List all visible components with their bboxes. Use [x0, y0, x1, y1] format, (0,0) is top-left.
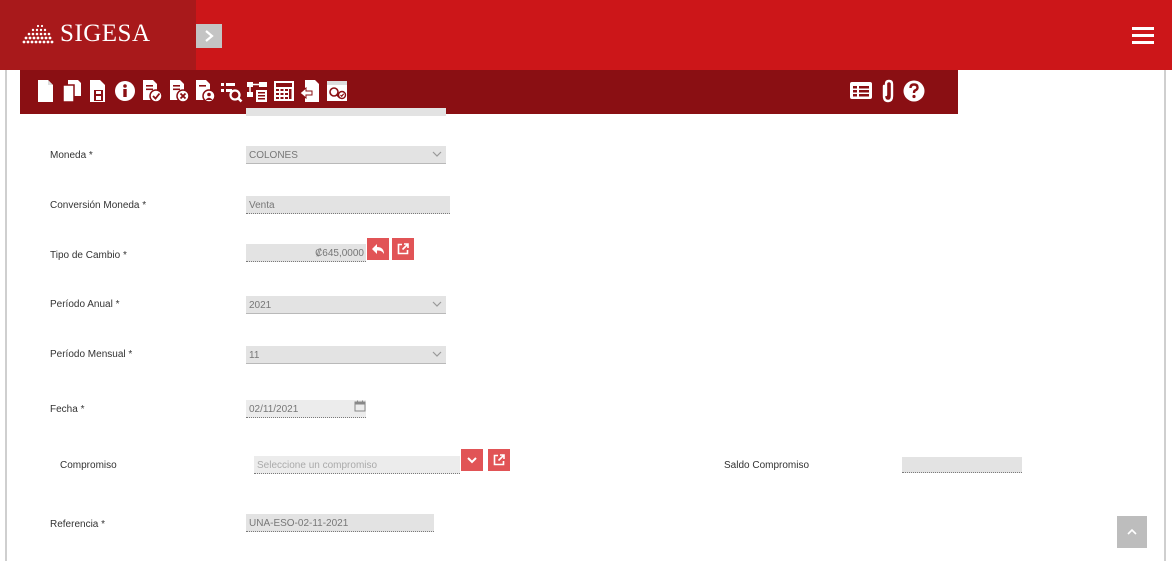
copy-document-icon	[61, 80, 81, 103]
chevron-right-icon	[205, 30, 214, 42]
list-view-button[interactable]	[848, 76, 874, 106]
periodo-mensual-select[interactable]: 11	[246, 346, 446, 364]
app-name: SIGESA	[60, 20, 151, 47]
moneda-value: COLONES	[249, 150, 298, 161]
document-preview-icon	[326, 81, 347, 101]
save-document-button[interactable]	[85, 76, 111, 106]
fecha-field[interactable]: 02/11/2021	[246, 400, 366, 418]
list-view-icon	[850, 82, 872, 99]
action-toolbar	[20, 70, 958, 114]
logo-mark-icon	[22, 24, 54, 44]
chevron-down-icon	[432, 151, 442, 157]
attachment-button[interactable]	[875, 76, 901, 106]
help-icon	[903, 80, 925, 102]
conversion-moneda-label: Conversión Moneda *	[50, 200, 147, 211]
moneda-label: Moneda *	[50, 150, 93, 161]
periodo-mensual-value: 11	[249, 350, 260, 361]
tipo-cambio-label: Tipo de Cambio *	[50, 250, 127, 261]
new-document-icon	[38, 80, 53, 102]
calculator-button[interactable]	[271, 76, 297, 106]
tree-search-button[interactable]	[244, 76, 270, 106]
periodo-anual-label: Período Anual *	[50, 299, 120, 310]
user-document-icon	[196, 80, 216, 103]
content-frame-left	[5, 70, 7, 561]
document-return-button[interactable]	[297, 76, 323, 106]
periodo-mensual-label: Período Mensual *	[50, 349, 133, 360]
referencia-value: UNA-ESO-02-11-2021	[249, 518, 349, 529]
find-list-icon	[220, 83, 242, 103]
menu-bar-icon	[1132, 34, 1154, 37]
tipo-cambio-reset-button[interactable]	[367, 238, 389, 260]
scroll-to-top-button[interactable]	[1117, 516, 1147, 548]
save-document-icon	[90, 80, 105, 102]
new-document-button[interactable]	[32, 76, 58, 106]
conversion-moneda-value: Venta	[249, 200, 275, 211]
tipo-cambio-value: ₡645,0000	[315, 248, 364, 259]
tipo-cambio-field[interactable]: ₡645,0000	[246, 244, 366, 262]
calendar-icon[interactable]	[354, 399, 366, 412]
fecha-label: Fecha *	[50, 404, 85, 415]
help-button[interactable]	[901, 76, 927, 106]
tree-search-icon	[247, 82, 267, 102]
hamburger-menu-button[interactable]	[1132, 27, 1154, 45]
attachment-icon	[882, 79, 893, 103]
periodo-anual-value: 2021	[249, 300, 272, 311]
app-logo[interactable]: SIGESA	[18, 20, 151, 48]
user-document-button[interactable]	[191, 76, 217, 106]
find-list-button[interactable]	[218, 76, 244, 106]
toolbar-right-group	[848, 76, 928, 106]
approve-document-button[interactable]	[138, 76, 164, 106]
compromiso-placeholder: Seleccione un compromiso	[257, 460, 378, 471]
info-icon	[114, 81, 135, 101]
undo-icon	[372, 244, 384, 254]
menu-bar-icon	[1132, 27, 1154, 30]
chevron-down-icon	[432, 351, 442, 357]
calculator-icon	[273, 81, 294, 101]
document-preview-button[interactable]	[324, 76, 350, 106]
chevron-up-icon	[1127, 528, 1137, 535]
brand-area: SIGESA	[0, 0, 196, 70]
menu-bar-icon	[1132, 41, 1154, 44]
external-link-icon	[397, 243, 409, 255]
copy-document-button[interactable]	[59, 76, 85, 106]
periodo-anual-select[interactable]: 2021	[246, 296, 446, 314]
chevron-down-icon	[432, 301, 442, 307]
tipo-cambio-open-button[interactable]	[392, 238, 414, 260]
fecha-value: 02/11/2021	[249, 404, 299, 415]
document-return-icon	[299, 80, 319, 102]
reject-document-button[interactable]	[165, 76, 191, 106]
saldo-compromiso-field[interactable]	[902, 457, 1022, 473]
partially-hidden-field[interactable]	[246, 108, 446, 116]
reject-document-icon	[169, 80, 190, 103]
toolbar-left-group	[32, 76, 350, 106]
compromiso-select[interactable]: Seleccione un compromiso	[254, 456, 460, 474]
referencia-field[interactable]: UNA-ESO-02-11-2021	[246, 514, 434, 532]
compromiso-open-button[interactable]	[488, 449, 510, 471]
moneda-select[interactable]: COLONES	[246, 146, 446, 164]
compromiso-label: Compromiso	[60, 460, 117, 471]
content-frame-right	[1164, 70, 1166, 561]
compromiso-dropdown-button[interactable]	[461, 449, 483, 471]
conversion-moneda-field[interactable]: Venta	[246, 196, 450, 214]
approve-document-icon	[143, 80, 163, 103]
external-link-icon	[493, 454, 505, 466]
expand-sidebar-button[interactable]	[196, 24, 222, 48]
saldo-compromiso-label: Saldo Compromiso	[724, 460, 810, 471]
info-button[interactable]	[112, 76, 138, 106]
referencia-label: Referencia *	[50, 519, 106, 530]
chevron-down-icon	[467, 457, 477, 464]
